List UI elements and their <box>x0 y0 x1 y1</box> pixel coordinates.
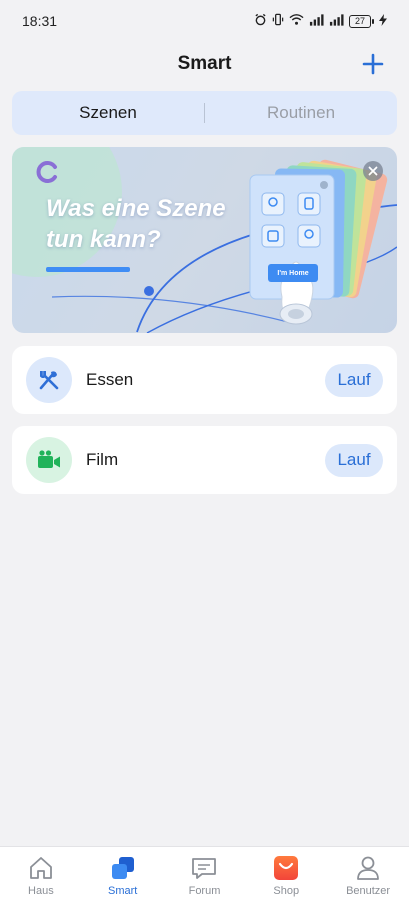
plus-icon <box>362 53 384 75</box>
battery-icon: 27 <box>349 14 374 28</box>
banner-title-line2: tun kann? <box>46 226 161 253</box>
status-bar: 18:31 27 <box>0 0 409 42</box>
nav-item-smart[interactable]: Smart <box>88 853 158 897</box>
signal-icon <box>309 13 324 29</box>
page-title: Smart <box>177 53 232 74</box>
status-time: 18:31 <box>22 13 58 29</box>
scene-icon-wrap <box>26 357 72 403</box>
home-icon <box>29 857 52 879</box>
nav-item-haus[interactable]: Haus <box>6 853 76 897</box>
nav-item-forum[interactable]: Forum <box>169 853 239 897</box>
run-scene-button[interactable]: Lauf <box>325 363 383 397</box>
scene-name: Film <box>86 450 119 469</box>
banner-close-button[interactable] <box>363 161 383 181</box>
nav-label: Shop <box>273 885 300 897</box>
scene-icon-wrap <box>26 437 72 483</box>
fork-knife-icon <box>39 371 59 390</box>
nav-item-shop[interactable]: Shop <box>251 853 321 897</box>
user-icon <box>357 856 379 880</box>
nav-item-benutzer[interactable]: Benutzer <box>333 853 403 897</box>
status-icons: 27 <box>254 13 387 29</box>
scene-card-essen[interactable]: Essen Lauf <box>12 346 397 414</box>
banner-title: Was eine Szene tun kann? <box>46 193 266 255</box>
scene-card-film[interactable]: Film Lauf <box>12 426 397 494</box>
banner-card-button: I'm Home <box>268 264 318 282</box>
promo-banner[interactable]: Was eine Szene tun kann? I'm Home <box>12 147 397 333</box>
close-icon <box>368 166 378 176</box>
nav-label: Haus <box>28 885 54 897</box>
scene-routine-tabs: Szenen Routinen <box>12 91 397 135</box>
wifi-icon <box>289 13 304 29</box>
tab-szenen[interactable]: Szenen <box>12 91 204 135</box>
forum-icon <box>192 858 217 879</box>
header: Smart <box>0 44 409 84</box>
bottom-navigation: Haus Smart Forum Shop Benutzer <box>0 846 409 900</box>
tab-routinen[interactable]: Routinen <box>205 91 397 135</box>
shop-icon <box>274 856 299 880</box>
banner-underline <box>46 267 130 272</box>
video-camera-icon <box>38 450 60 468</box>
smart-icon <box>111 857 134 879</box>
add-scene-button[interactable] <box>359 50 387 78</box>
nav-label: Benutzer <box>346 885 391 897</box>
signal-icon-2 <box>329 13 344 29</box>
nav-label: Forum <box>188 885 221 897</box>
scene-name: Essen <box>86 370 134 389</box>
charging-icon <box>379 13 387 29</box>
brand-logo-icon <box>36 161 57 183</box>
nav-label: Smart <box>108 885 138 897</box>
vibrate-icon <box>272 13 284 29</box>
alarm-icon <box>254 13 267 29</box>
run-scene-button[interactable]: Lauf <box>325 443 383 477</box>
banner-title-line1: Was eine Szene <box>46 195 226 222</box>
